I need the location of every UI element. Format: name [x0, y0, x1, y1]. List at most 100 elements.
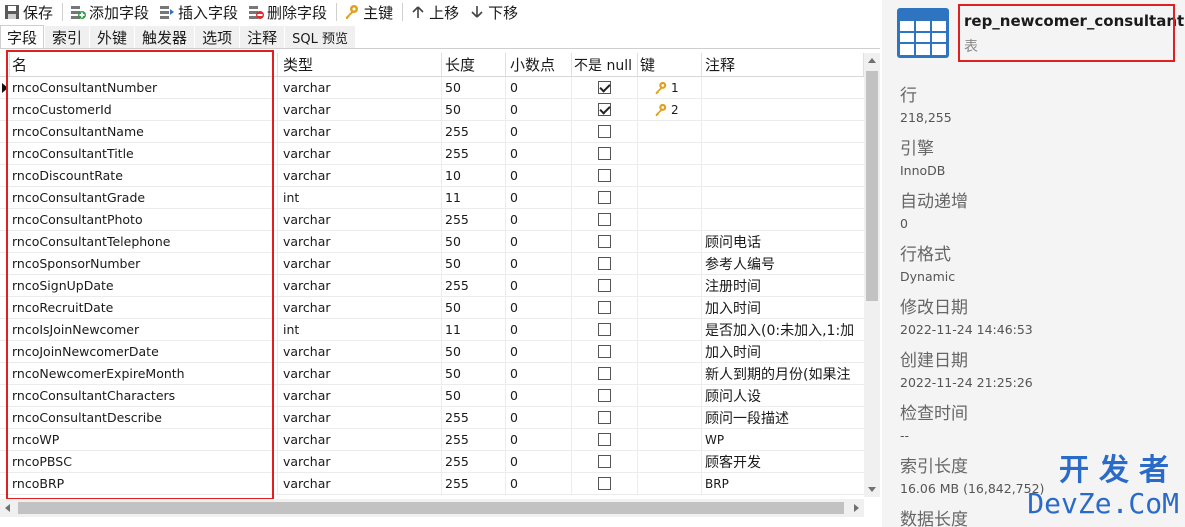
- key-cell[interactable]: [638, 407, 702, 428]
- column-header-comment[interactable]: 注释: [702, 53, 864, 76]
- not-null-cell[interactable]: [572, 121, 638, 142]
- tab-options[interactable]: 选项: [195, 26, 240, 48]
- field-decimals-cell[interactable]: 0: [506, 385, 572, 406]
- not-null-checkbox[interactable]: [598, 257, 611, 270]
- not-null-cell[interactable]: [572, 429, 638, 450]
- key-cell[interactable]: [638, 319, 702, 340]
- not-null-cell[interactable]: [572, 77, 638, 98]
- field-decimals-cell[interactable]: 0: [506, 341, 572, 362]
- scroll-thumb[interactable]: [866, 71, 878, 301]
- field-length-cell[interactable]: 11: [442, 187, 506, 208]
- scroll-left-icon[interactable]: [5, 504, 10, 512]
- field-decimals-cell[interactable]: 0: [506, 473, 572, 494]
- tab-indexes[interactable]: 索引: [45, 26, 90, 48]
- field-length-cell[interactable]: 50: [442, 253, 506, 274]
- field-type-cell[interactable]: varchar: [278, 121, 442, 142]
- not-null-cell[interactable]: [572, 341, 638, 362]
- not-null-checkbox[interactable]: [598, 345, 611, 358]
- field-type-cell[interactable]: varchar: [278, 165, 442, 186]
- column-header-not-null[interactable]: 不是 null: [572, 53, 638, 76]
- key-cell[interactable]: [638, 231, 702, 252]
- field-decimals-cell[interactable]: 0: [506, 451, 572, 472]
- not-null-checkbox[interactable]: [598, 81, 611, 94]
- field-type-cell[interactable]: varchar: [278, 231, 442, 252]
- field-type-cell[interactable]: varchar: [278, 385, 442, 406]
- scroll-up-icon[interactable]: [868, 58, 876, 63]
- not-null-cell[interactable]: [572, 187, 638, 208]
- field-comment-cell[interactable]: [702, 99, 864, 120]
- key-cell[interactable]: [638, 209, 702, 230]
- not-null-cell[interactable]: [572, 231, 638, 252]
- key-cell[interactable]: [638, 143, 702, 164]
- column-header-type[interactable]: 类型: [278, 53, 442, 76]
- not-null-checkbox[interactable]: [598, 323, 611, 336]
- field-type-cell[interactable]: varchar: [278, 143, 442, 164]
- field-decimals-cell[interactable]: 0: [506, 187, 572, 208]
- field-comment-cell[interactable]: WP: [702, 429, 864, 450]
- not-null-cell[interactable]: [572, 363, 638, 384]
- field-type-cell[interactable]: int: [278, 319, 442, 340]
- field-decimals-cell[interactable]: 0: [506, 429, 572, 450]
- field-comment-cell[interactable]: 注册时间: [702, 275, 864, 296]
- move-down-button[interactable]: 下移: [465, 1, 524, 23]
- field-length-cell[interactable]: 255: [442, 451, 506, 472]
- field-comment-cell[interactable]: 是否加入(0:未加入,1:加: [702, 319, 864, 340]
- field-type-cell[interactable]: varchar: [278, 297, 442, 318]
- insert-field-button[interactable]: 插入字段: [155, 1, 244, 23]
- tab-fields[interactable]: 字段: [0, 25, 45, 48]
- key-cell[interactable]: [638, 341, 702, 362]
- field-type-cell[interactable]: varchar: [278, 407, 442, 428]
- field-comment-cell[interactable]: [702, 209, 864, 230]
- field-length-cell[interactable]: 255: [442, 275, 506, 296]
- field-length-cell[interactable]: 50: [442, 363, 506, 384]
- not-null-checkbox[interactable]: [598, 213, 611, 226]
- not-null-cell[interactable]: [572, 473, 638, 494]
- not-null-checkbox[interactable]: [598, 301, 611, 314]
- field-length-cell[interactable]: 50: [442, 231, 506, 252]
- column-header-decimals[interactable]: 小数点: [506, 53, 572, 76]
- not-null-cell[interactable]: [572, 451, 638, 472]
- field-length-cell[interactable]: 50: [442, 385, 506, 406]
- key-cell[interactable]: [638, 253, 702, 274]
- grid-vertical-scrollbar[interactable]: [864, 53, 880, 497]
- field-comment-cell[interactable]: [702, 143, 864, 164]
- field-type-cell[interactable]: varchar: [278, 209, 442, 230]
- field-type-cell[interactable]: varchar: [278, 77, 442, 98]
- column-header-key[interactable]: 键: [638, 53, 702, 76]
- tab-sql-preview[interactable]: SQL 预览: [285, 26, 355, 48]
- not-null-checkbox[interactable]: [598, 103, 611, 116]
- field-length-cell[interactable]: 255: [442, 209, 506, 230]
- field-length-cell[interactable]: 50: [442, 99, 506, 120]
- field-comment-cell[interactable]: 加入时间: [702, 341, 864, 362]
- not-null-checkbox[interactable]: [598, 433, 611, 446]
- field-comment-cell[interactable]: 加入时间: [702, 297, 864, 318]
- field-comment-cell[interactable]: 顾客开发: [702, 451, 864, 472]
- field-length-cell[interactable]: 50: [442, 341, 506, 362]
- not-null-checkbox[interactable]: [598, 279, 611, 292]
- field-length-cell[interactable]: 255: [442, 143, 506, 164]
- not-null-cell[interactable]: [572, 407, 638, 428]
- field-length-cell[interactable]: 50: [442, 297, 506, 318]
- not-null-cell[interactable]: [572, 143, 638, 164]
- field-comment-cell[interactable]: [702, 121, 864, 142]
- not-null-cell[interactable]: [572, 253, 638, 274]
- field-type-cell[interactable]: varchar: [278, 363, 442, 384]
- field-decimals-cell[interactable]: 0: [506, 253, 572, 274]
- key-cell[interactable]: [638, 451, 702, 472]
- scroll-right-icon[interactable]: [854, 504, 859, 512]
- not-null-checkbox[interactable]: [598, 411, 611, 424]
- grid-horizontal-scrollbar[interactable]: [0, 499, 864, 517]
- key-cell[interactable]: [638, 165, 702, 186]
- field-decimals-cell[interactable]: 0: [506, 407, 572, 428]
- field-decimals-cell[interactable]: 0: [506, 231, 572, 252]
- not-null-checkbox[interactable]: [598, 455, 611, 468]
- tab-comment[interactable]: 注释: [240, 26, 285, 48]
- field-decimals-cell[interactable]: 0: [506, 275, 572, 296]
- key-cell[interactable]: [638, 429, 702, 450]
- field-decimals-cell[interactable]: 0: [506, 143, 572, 164]
- primary-key-button[interactable]: 主键: [340, 1, 399, 23]
- not-null-checkbox[interactable]: [598, 389, 611, 402]
- field-length-cell[interactable]: 50: [442, 77, 506, 98]
- not-null-checkbox[interactable]: [598, 125, 611, 138]
- save-button[interactable]: 保存: [0, 1, 59, 23]
